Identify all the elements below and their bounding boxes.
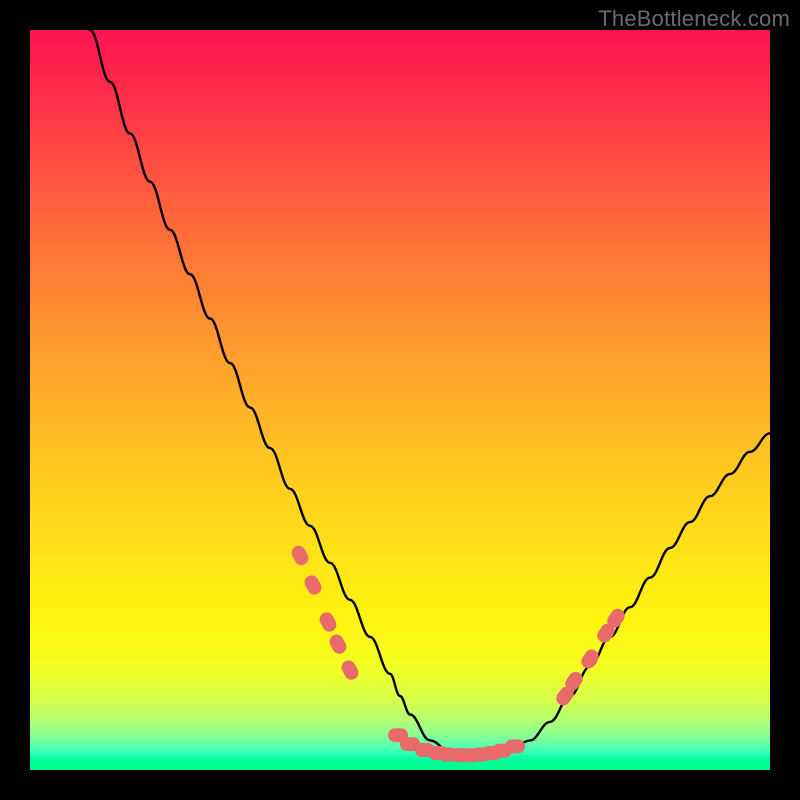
chart-frame: TheBottleneck.com xyxy=(0,0,800,800)
curve-marker xyxy=(302,573,324,597)
curve-marker xyxy=(289,543,311,567)
chart-svg xyxy=(30,30,770,770)
watermark-text: TheBottleneck.com xyxy=(598,6,790,32)
curve-marker xyxy=(579,647,602,671)
curve-marker xyxy=(505,739,525,753)
plot-area xyxy=(30,30,770,770)
bottleneck-curve xyxy=(90,30,770,755)
curve-marker xyxy=(339,658,361,682)
curve-marker xyxy=(327,632,349,656)
curve-marker xyxy=(317,610,339,634)
marker-group xyxy=(289,543,627,762)
